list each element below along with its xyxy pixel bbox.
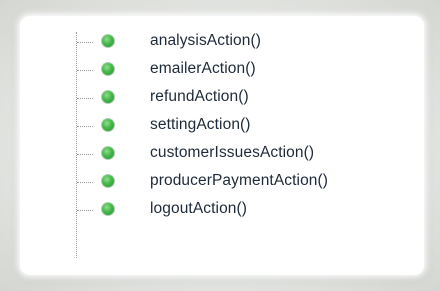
tree-item-label: refundAction() — [150, 88, 249, 105]
tree-branch-connector — [77, 126, 93, 127]
tree-item-refund-action[interactable]: refundAction() — [20, 84, 424, 112]
tree-branch-connector — [77, 98, 93, 99]
tree-item-label: emailerAction() — [150, 60, 256, 77]
tree-item-label: settingAction() — [150, 116, 251, 133]
public-method-icon — [102, 63, 114, 75]
public-method-icon — [102, 35, 114, 47]
tree-item-customer-issues-action[interactable]: customerIssuesAction() — [20, 140, 424, 168]
tree-branch-connector — [77, 70, 93, 71]
tree-branch-connector — [77, 210, 93, 211]
outline-panel: analysisAction() emailerAction() refundA… — [20, 16, 424, 275]
method-tree: analysisAction() emailerAction() refundA… — [20, 16, 424, 275]
tree-branch-connector — [77, 154, 93, 155]
tree-item-label: customerIssuesAction() — [150, 144, 315, 161]
public-method-icon — [102, 203, 114, 215]
tree-branch-connector — [77, 182, 93, 183]
public-method-icon — [102, 175, 114, 187]
screenshot-background: analysisAction() emailerAction() refundA… — [0, 0, 440, 291]
tree-item-label: logoutAction() — [150, 200, 248, 217]
tree-item-emailer-action[interactable]: emailerAction() — [20, 56, 424, 84]
tree-item-producer-payment-action[interactable]: producerPaymentAction() — [20, 168, 424, 196]
tree-item-setting-action[interactable]: settingAction() — [20, 112, 424, 140]
public-method-icon — [102, 119, 114, 131]
public-method-icon — [102, 147, 114, 159]
public-method-icon — [102, 91, 114, 103]
tree-item-label: producerPaymentAction() — [150, 172, 329, 189]
tree-item-label: analysisAction() — [150, 32, 262, 49]
tree-item-logout-action[interactable]: logoutAction() — [20, 196, 424, 224]
tree-branch-connector — [77, 42, 93, 43]
tree-item-analysis-action[interactable]: analysisAction() — [20, 28, 424, 56]
